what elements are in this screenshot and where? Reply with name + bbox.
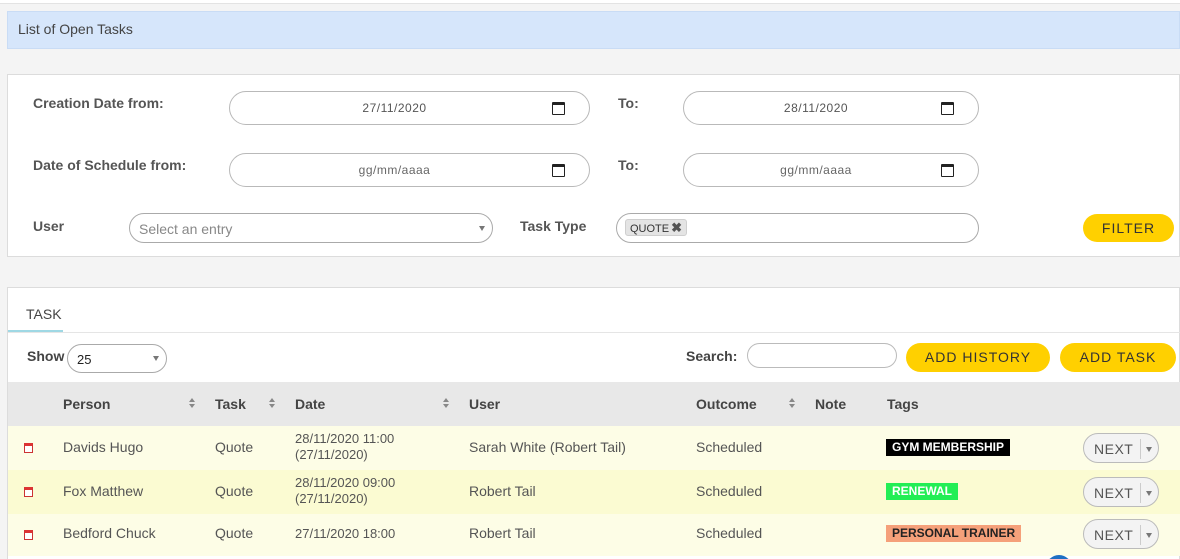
tasks-panel: TASK Show 25 Search: ADD HISTORY ADD TAS… [7,287,1180,559]
schedule-date-from-label: Date of Schedule from: [33,157,187,173]
column-user[interactable]: User [469,396,500,412]
cell-person: Bedford Chuck [63,525,156,541]
tab-divider [8,332,1180,333]
calendar-icon [24,487,33,497]
calendar-icon[interactable] [941,102,954,115]
page-title-bar: List of Open Tasks [7,11,1180,49]
cell-outcome: Scheduled [696,439,763,455]
sort-icon[interactable] [789,398,796,409]
split-divider [1140,483,1141,503]
next-button[interactable]: NEXT [1083,477,1159,507]
cell-outcome: Scheduled [696,483,763,499]
column-outcome[interactable]: Outcome [696,396,757,412]
split-divider [1140,439,1141,459]
cell-date: 28/11/2020 11:00 (27/11/2020) [295,431,395,462]
table-row[interactable]: Davids Hugo Quote 28/11/2020 11:00 (27/11… [8,426,1180,470]
cell-task: Quote [215,439,254,455]
creation-date-from-label: Creation Date from: [33,95,164,111]
cell-outcome: Scheduled [696,525,763,541]
column-person[interactable]: Person [63,396,110,412]
column-task[interactable]: Task [215,396,246,412]
user-label: User [33,218,65,234]
creation-date-to-label: To: [618,95,639,111]
table-row[interactable]: Fox Matthew Quote 28/11/2020 09:00 (27/11… [8,470,1180,514]
column-note[interactable]: Note [815,396,846,412]
cell-user: Robert Tail [469,483,536,499]
schedule-date-to-label: To: [618,157,639,173]
split-divider [1140,525,1141,545]
task-type-select[interactable]: QUOTE ✖ [616,213,979,243]
tag-badge: GYM MEMBERSHIP [886,439,1011,456]
filter-button[interactable]: FILTER [1083,214,1174,242]
chevron-down-icon [153,356,159,361]
tab-task[interactable]: TASK [8,288,63,332]
filter-panel: Creation Date from: 27/11/2020 To: 28/11… [7,74,1180,257]
calendar-icon [24,530,33,540]
next-button[interactable]: NEXT [1083,519,1159,549]
calendar-icon[interactable] [552,102,565,115]
cell-person: Fox Matthew [63,483,144,499]
chevron-down-icon[interactable] [1146,533,1152,538]
chevron-down-icon[interactable] [1146,491,1152,496]
schedule-date-to-input[interactable]: gg/mm/aaaa [683,153,979,187]
page-size-select[interactable]: 25 [67,344,167,373]
cell-task: Quote [215,525,254,541]
table-header: Person Task Date User Outcome Note Tags [8,382,1180,426]
next-button[interactable]: NEXT [1083,433,1159,463]
remove-icon[interactable]: ✖ [671,220,682,235]
calendar-icon [24,443,33,453]
column-tags[interactable]: Tags [887,396,919,412]
user-select[interactable]: Select an entry [129,213,493,243]
search-input[interactable] [747,343,897,368]
sort-icon[interactable] [269,398,276,409]
sort-icon[interactable] [443,398,450,409]
calendar-icon[interactable] [552,164,565,177]
creation-date-from-input[interactable]: 27/11/2020 [229,91,590,125]
chevron-down-icon[interactable] [1146,447,1152,452]
calendar-icon[interactable] [941,164,954,177]
schedule-date-from-input[interactable]: gg/mm/aaaa [229,153,590,187]
task-type-chip: QUOTE ✖ [625,219,688,236]
column-date[interactable]: Date [295,396,325,412]
cell-date: 28/11/2020 09:00 (27/11/2020) [295,475,396,506]
cell-person: Davids Hugo [63,439,144,455]
cell-user: Robert Tail [469,525,536,541]
tag-badge: PERSONAL TRAINER [886,525,1022,542]
cell-task: Quote [215,483,254,499]
show-label: Show [27,348,65,364]
task-type-label: Task Type [520,218,587,234]
top-border [0,0,1180,4]
cell-date: 27/11/2020 18:00 [295,526,396,541]
search-label: Search: [686,348,738,364]
chevron-down-icon [479,226,485,231]
add-history-button[interactable]: ADD HISTORY [906,343,1050,372]
cell-user: Sarah White (Robert Tail) [469,439,626,455]
add-task-button[interactable]: ADD TASK [1060,343,1176,372]
page-title: List of Open Tasks [18,21,133,37]
sort-icon[interactable] [189,398,196,409]
creation-date-to-input[interactable]: 28/11/2020 [683,91,979,125]
table-row[interactable]: Bedford Chuck Quote 27/11/2020 18:00 Rob… [8,514,1180,556]
tag-badge: RENEWAL [886,483,958,500]
